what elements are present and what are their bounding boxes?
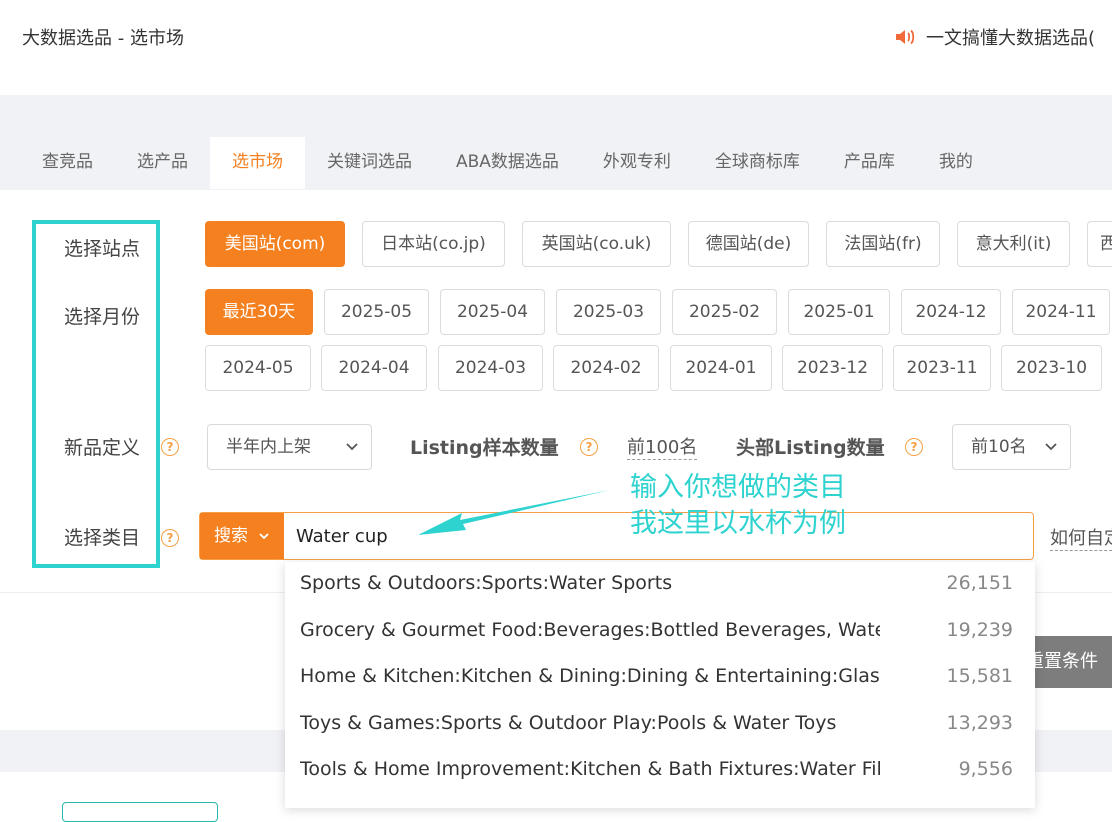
month-chip[interactable]: 2024-03 [438,345,543,391]
tab-product-library[interactable]: 产品库 [822,137,917,189]
tab-design-patent[interactable]: 外观专利 [581,137,693,189]
newdef-label: 新品定义 [64,437,141,459]
suggestion-count: 26,151 [946,572,1013,594]
month-chip[interactable]: 2025-04 [440,289,545,335]
notice-text: 一文搞懂大数据选品( [926,28,1096,49]
suggestion-name: Grocery & Gourmet Food:Beverages:Bottled… [300,619,880,641]
notice-link[interactable]: 一文搞懂大数据选品( [894,24,1095,50]
month-chip[interactable]: 2025-01 [788,289,890,335]
suggestion-name: Home & Kitchen:Kitchen & Dining:Dining &… [300,665,880,687]
month-chip[interactable]: 2024-02 [553,345,659,391]
month-chip[interactable]: 2024-11 [1012,289,1110,335]
month-chip[interactable]: 2025-03 [556,289,661,335]
newdef-select-value: 半年内上架 [226,437,311,457]
month-chip[interactable]: 2024-05 [205,345,311,391]
speaker-icon [894,27,916,47]
list-item[interactable]: Home & Kitchen:Kitchen & Dining:Dining &… [285,655,1035,701]
help-icon[interactable]: ? [161,436,179,456]
tab-bar: 查竞品 选产品 选市场 关键词选品 ABA数据选品 外观专利 全球商标库 产品库… [0,137,995,189]
help-icon[interactable]: ? [161,527,179,547]
suggestion-count: 19,239 [946,619,1013,641]
month-chip-recent[interactable]: 最近30天 [205,289,313,335]
suggestion-count: 9,556 [958,758,1013,780]
month-chip[interactable]: 2023-10 [1001,345,1102,391]
search-mode-button[interactable]: 搜索 [200,513,284,559]
howto-link[interactable]: 如何自定 [1050,524,1112,551]
tab-product[interactable]: 选产品 [115,137,210,189]
label-highlight-box [32,220,160,568]
month-chip[interactable]: 2025-02 [672,289,777,335]
suggestion-name: Toys & Games:Sports & Outdoor Play:Pools… [300,712,837,734]
month-chip[interactable]: 2024-04 [321,345,427,391]
category-suggestion-list: Sports & Outdoors:Sports:Water Sports 26… [285,562,1035,808]
chevron-down-icon [1044,425,1058,486]
month-chip[interactable]: 2023-12 [782,345,883,391]
head-listing-select[interactable]: 前10名 [952,424,1071,470]
site-chip-jp[interactable]: 日本站(co.jp) [362,221,505,267]
annotation-arrow-icon [418,490,610,535]
page-title: 大数据选品 - 选市场 [22,28,184,49]
month-chip[interactable]: 2024-01 [670,345,772,391]
list-item[interactable]: Tools & Home Improvement:Kitchen & Bath … [285,748,1035,794]
site-chip-de[interactable]: 德国站(de) [688,221,809,267]
newdef-select[interactable]: 半年内上架 [207,424,372,470]
site-chip-us[interactable]: 美国站(com) [205,221,345,267]
site-label: 选择站点 [64,238,141,260]
listing-sample-label: Listing样本数量 [410,437,559,459]
tab-market[interactable]: 选市场 [210,137,305,189]
suggestion-name: Sports & Outdoors:Sports:Water Sports [300,572,673,594]
site-chip-it[interactable]: 意大利(it) [957,221,1070,267]
site-chip-es[interactable]: 西 [1087,221,1112,267]
listing-sample-value[interactable]: 前100名 [627,433,698,460]
bottom-button-outline[interactable] [62,802,218,822]
tab-competitor[interactable]: 查竞品 [0,137,115,189]
head-listing-label: 头部Listing数量 [736,437,885,459]
month-label: 选择月份 [64,306,141,328]
search-mode-label: 搜索 [214,526,248,546]
tab-aba[interactable]: ABA数据选品 [434,137,581,189]
month-chip[interactable]: 2025-05 [324,289,429,335]
head-listing-select-value: 前10名 [971,437,1027,457]
list-item[interactable]: Sports & Outdoors:Sports:Water Sports 26… [285,562,1035,608]
annotation-line-1: 输入你想做的类目 [630,472,846,503]
suggestion-count: 15,581 [946,665,1013,687]
tab-keyword[interactable]: 关键词选品 [305,137,434,189]
help-icon[interactable]: ? [905,436,923,456]
category-label: 选择类目 [64,527,141,549]
suggestion-name: Tools & Home Improvement:Kitchen & Bath … [300,758,880,780]
site-chip-uk[interactable]: 英国站(co.uk) [522,221,671,267]
chevron-down-icon [259,526,270,546]
annotation-line-2: 我这里以水杯为例 [630,508,846,539]
chevron-down-icon [345,425,359,486]
month-chip[interactable]: 2023-11 [893,345,991,391]
site-chip-fr[interactable]: 法国站(fr) [826,221,940,267]
help-icon[interactable]: ? [580,436,598,456]
tab-mine[interactable]: 我的 [917,137,995,189]
list-item[interactable]: Grocery & Gourmet Food:Beverages:Bottled… [285,609,1035,655]
annotation-text: 输入你想做的类目 我这里以水杯为例 [630,470,846,542]
list-item[interactable]: Toys & Games:Sports & Outdoor Play:Pools… [285,702,1035,748]
suggestion-count: 13,293 [946,712,1013,734]
month-chip[interactable]: 2024-12 [901,289,1001,335]
tab-trademark[interactable]: 全球商标库 [693,137,822,189]
